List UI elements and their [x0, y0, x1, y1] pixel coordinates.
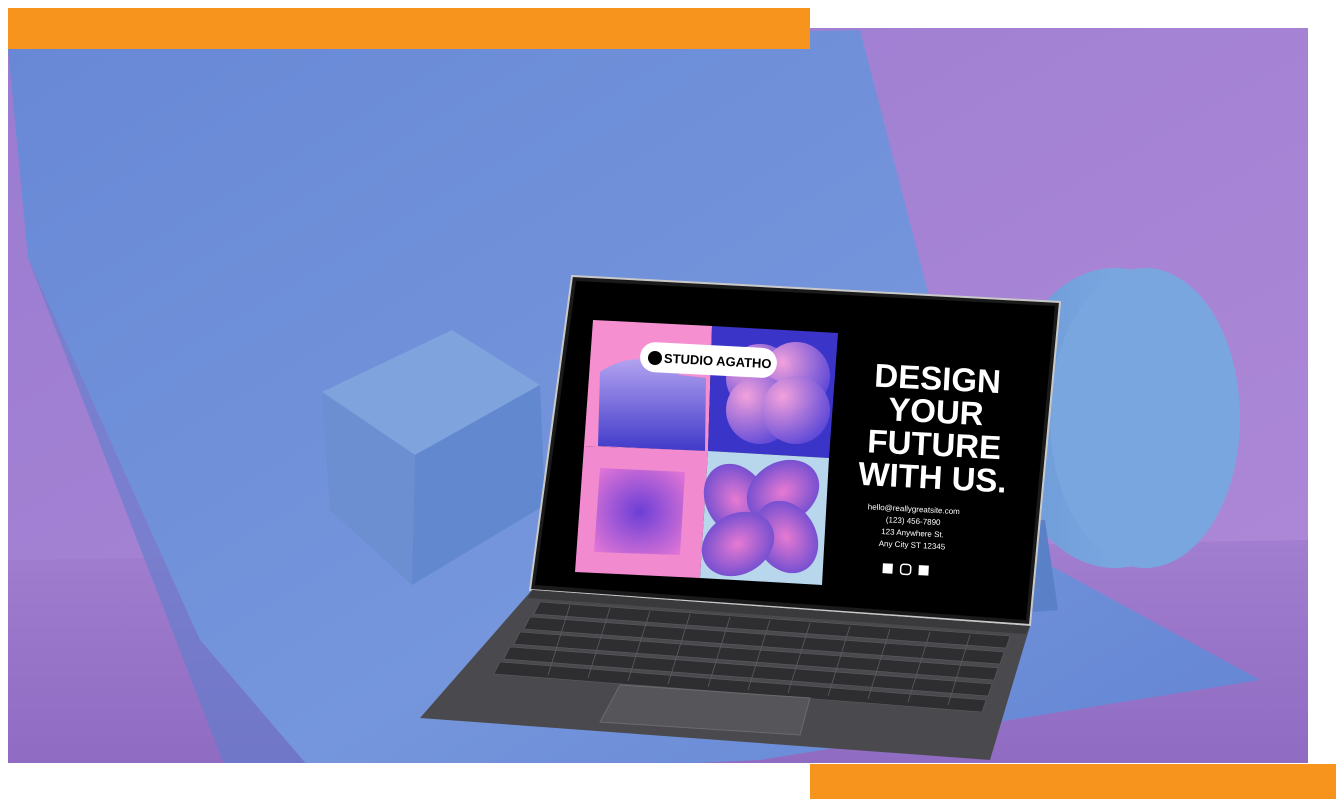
- orange-accent-bar-top: [8, 8, 810, 49]
- facebook-icon: [882, 563, 893, 574]
- headline-line-4: WITH US.: [857, 455, 1007, 500]
- laptop-mockup-photo: STUDIO AGATHO DESIGN YOUR FUTURE WITH US…: [0, 0, 1336, 799]
- twitter-icon: [918, 565, 929, 576]
- orange-accent-bar-bottom: [810, 764, 1336, 799]
- starburst-icon: [648, 351, 662, 365]
